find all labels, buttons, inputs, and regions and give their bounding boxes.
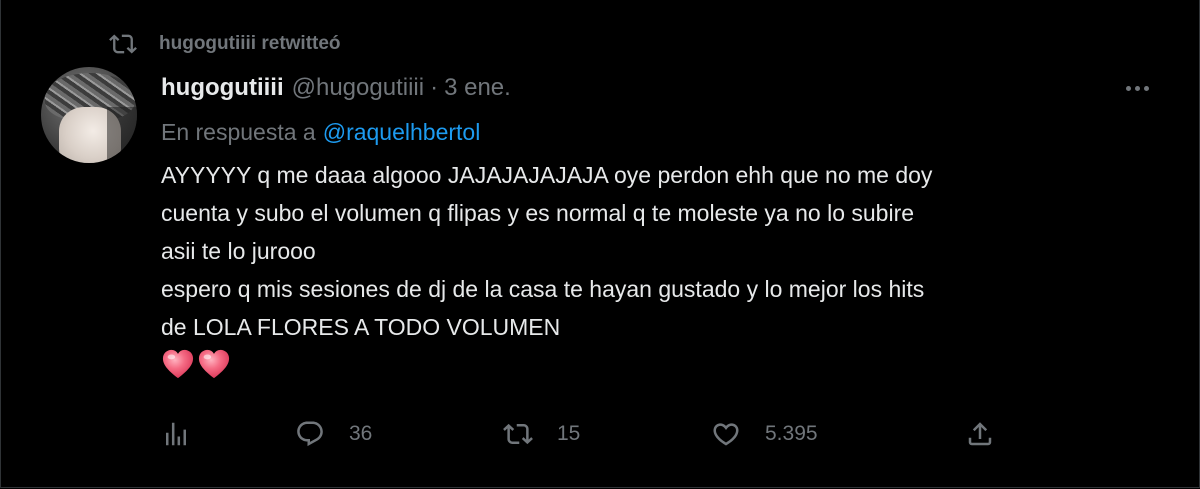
reply-icon	[297, 421, 323, 447]
more-options-icon[interactable]	[1119, 76, 1155, 100]
like-button[interactable]: 5.395	[711, 414, 818, 454]
tweet-text-line: cuenta y subo el volumen q flipas y es n…	[161, 200, 915, 226]
reply-context: En respuesta a @raquelhbertol	[161, 116, 480, 148]
tweet-text: AYYYYY q me daaa algooo JAJAJAJAJAJA oye…	[161, 156, 1141, 380]
retweet-context[interactable]: hugogutiiii retwitteó	[109, 30, 341, 58]
reply-button[interactable]: 36	[295, 414, 372, 454]
tweet-text-line: AYYYYY q me daaa algooo JAJAJAJAJAJA oye…	[161, 162, 933, 188]
analytics-button[interactable]	[161, 414, 191, 454]
tweet-text-line: asii te lo jurooo	[161, 238, 316, 264]
analytics-icon	[166, 422, 186, 446]
tweet-date[interactable]: 3 ene.	[444, 74, 511, 102]
like-count: 5.395	[765, 422, 818, 445]
heart-emoji	[162, 349, 194, 379]
share-icon	[968, 422, 992, 446]
reply-prefix: En respuesta a	[161, 118, 316, 145]
action-bar: 36 15 5.395	[161, 414, 1001, 454]
heart-icon	[713, 423, 739, 446]
emoji-row	[161, 348, 1141, 380]
share-button[interactable]	[965, 414, 995, 454]
reply-mention-link[interactable]: @raquelhbertol	[323, 119, 481, 146]
reply-count: 36	[349, 422, 373, 445]
retweet-icon	[503, 423, 533, 445]
tweet-card[interactable]: hugogutiiii retwitteó hugogutiiii @hugog…	[0, 0, 1200, 488]
retweet-count: 15	[557, 422, 581, 445]
retweet-icon	[109, 34, 137, 54]
tweet-header: hugogutiiii @hugogutiiii · 3 ene.	[161, 72, 511, 104]
tweet-text-line: espero q mis sesiones de dj de la casa t…	[161, 276, 925, 302]
heart-emoji	[198, 349, 230, 379]
author-handle[interactable]: @hugogutiiii	[292, 74, 424, 102]
author-name[interactable]: hugogutiiii	[161, 74, 284, 102]
tweet-text-line: de LOLA FLORES A TODO VOLUMEN	[161, 314, 561, 340]
separator-dot: ·	[430, 74, 439, 101]
avatar[interactable]	[41, 67, 137, 163]
retweet-button[interactable]: 15	[503, 414, 580, 454]
retweet-context-text: hugogutiiii retwitteó	[159, 33, 341, 54]
